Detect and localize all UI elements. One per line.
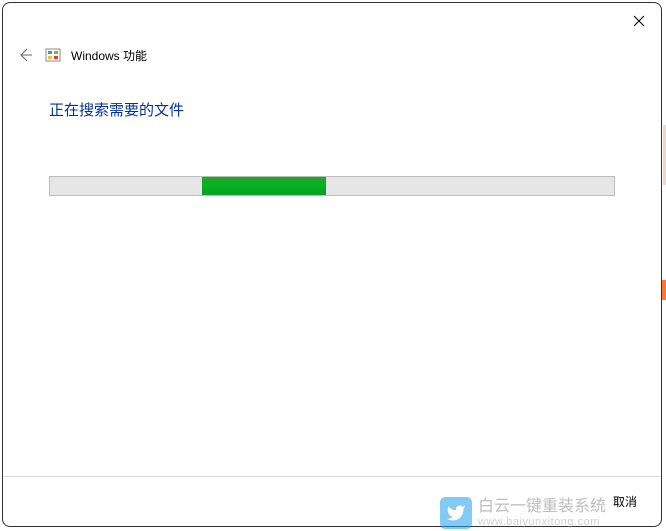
windows-features-dialog: Windows 功能 正在搜索需要的文件 取消	[2, 2, 662, 527]
cancel-button[interactable]: 取消	[605, 489, 645, 514]
progress-fill	[202, 177, 326, 195]
back-button[interactable]	[15, 45, 35, 65]
progress-bar	[49, 176, 615, 196]
windows-features-icon	[45, 47, 61, 63]
close-button[interactable]	[629, 11, 649, 31]
back-arrow-icon	[17, 47, 33, 63]
watermark-main-text: 白云一键重装系统	[478, 498, 606, 516]
watermark-url: www.baiyunxitong.com	[478, 516, 606, 528]
watermark: 白云一键重装系统 www.baiyunxitong.com	[440, 497, 606, 529]
dialog-header: Windows 功能	[3, 3, 661, 65]
dialog-content: 正在搜索需要的文件	[3, 65, 661, 476]
dialog-title: Windows 功能	[71, 47, 147, 64]
watermark-text: 白云一键重装系统 www.baiyunxitong.com	[478, 498, 606, 528]
side-accent-decoration	[662, 280, 666, 300]
status-message: 正在搜索需要的文件	[49, 99, 615, 120]
watermark-bird-icon	[440, 497, 472, 529]
close-icon	[633, 15, 645, 27]
